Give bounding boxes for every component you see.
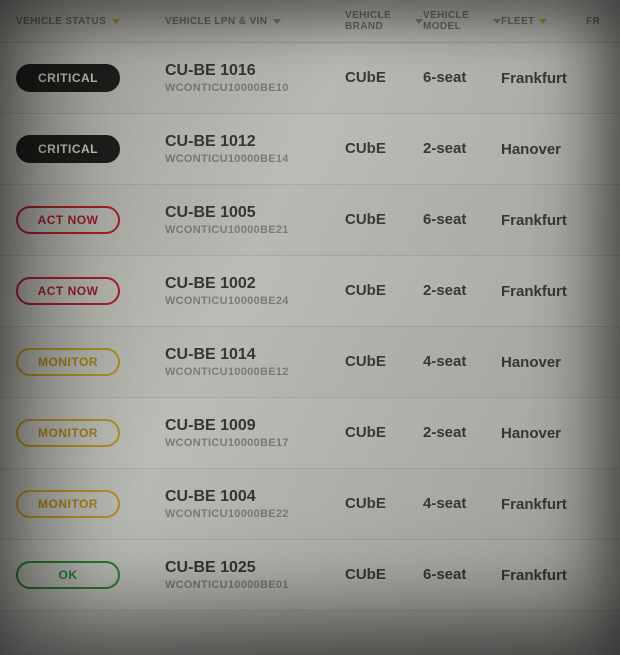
status-badge[interactable]: MONITOR (16, 419, 120, 447)
status-badge[interactable]: ACT NOW (16, 206, 120, 234)
lpn-value: CU-BE 1016 (165, 62, 289, 80)
cell-status: ACT NOW (0, 277, 165, 305)
cell-model: 6-seat (423, 567, 501, 584)
cell-fleet: Hanover (501, 425, 586, 442)
header-brand[interactable]: VEHICLE BRAND (345, 10, 423, 32)
vin-value: WCONTICU10000BE24 (165, 295, 289, 307)
caret-down-icon (493, 19, 501, 24)
status-badge[interactable]: CRITICAL (16, 64, 120, 92)
vin-value: WCONTICU10000BE01 (165, 579, 289, 591)
cell-lpn-vin: CU-BE 1002 WCONTICU10000BE24 (165, 275, 345, 307)
cell-model: 2-seat (423, 283, 501, 300)
header-fleet-label: FLEET (501, 16, 535, 27)
table-header: VEHICLE STATUS VEHICLE LPN & VIN VEHICLE… (0, 0, 620, 43)
header-status-label: VEHICLE STATUS (16, 16, 106, 27)
cell-brand: CUbE (345, 212, 423, 229)
lpn-value: CU-BE 1025 (165, 559, 289, 577)
cell-lpn-vin: CU-BE 1012 WCONTICU10000BE14 (165, 133, 345, 165)
cell-brand: CUbE (345, 354, 423, 371)
cell-status: MONITOR (0, 419, 165, 447)
table-row[interactable]: MONITOR CU-BE 1009 WCONTICU10000BE17 CUbE2-… (0, 398, 620, 469)
status-badge[interactable]: ACT NOW (16, 277, 120, 305)
lpn-value: CU-BE 1012 (165, 133, 289, 151)
table-row[interactable]: MONITOR CU-BE 1014 WCONTICU10000BE12 CUbE4-… (0, 327, 620, 398)
cell-lpn-vin: CU-BE 1009 WCONTICU10000BE17 (165, 417, 345, 449)
cell-status: MONITOR (0, 348, 165, 376)
vin-value: WCONTICU10000BE22 (165, 508, 289, 520)
status-badge[interactable]: MONITOR (16, 490, 120, 518)
cell-lpn-vin: CU-BE 1016 WCONTICU10000BE10 (165, 62, 345, 94)
cell-fleet: Hanover (501, 354, 586, 371)
cell-brand: CUbE (345, 70, 423, 87)
cell-brand: CUbE (345, 567, 423, 584)
cell-fleet: Frankfurt (501, 283, 586, 300)
header-lpn-label: VEHICLE LPN & VIN (165, 16, 267, 27)
status-badge[interactable]: MONITOR (16, 348, 120, 376)
vehicle-table: VEHICLE STATUS VEHICLE LPN & VIN VEHICLE… (0, 0, 620, 611)
vin-value: WCONTICU10000BE10 (165, 82, 289, 94)
cell-lpn-vin: CU-BE 1005 WCONTICU10000BE21 (165, 204, 345, 236)
lpn-value: CU-BE 1005 (165, 204, 289, 222)
header-extra[interactable]: FR (586, 16, 616, 27)
header-model[interactable]: VEHICLE MODEL (423, 10, 501, 32)
cell-fleet: Frankfurt (501, 212, 586, 229)
lpn-value: CU-BE 1002 (165, 275, 289, 293)
cell-model: 6-seat (423, 70, 501, 87)
vin-value: WCONTICU10000BE21 (165, 224, 289, 236)
lpn-value: CU-BE 1009 (165, 417, 289, 435)
cell-brand: CUbE (345, 425, 423, 442)
vin-value: WCONTICU10000BE12 (165, 366, 289, 378)
cell-fleet: Frankfurt (501, 70, 586, 87)
cell-model: 2-seat (423, 425, 501, 442)
table-row[interactable]: ACT NOW CU-BE 1005 WCONTICU10000BE21 CUbE6-… (0, 185, 620, 256)
table-row[interactable]: CRITICAL CU-BE 1016 WCONTICU10000BE10 CUbE6… (0, 43, 620, 114)
cell-lpn-vin: CU-BE 1025 WCONTICU10000BE01 (165, 559, 345, 591)
header-status[interactable]: VEHICLE STATUS (0, 16, 165, 27)
cell-lpn-vin: CU-BE 1014 WCONTICU10000BE12 (165, 346, 345, 378)
cell-status: CRITICAL (0, 135, 165, 163)
cell-brand: CUbE (345, 141, 423, 158)
table-row[interactable]: ACT NOW CU-BE 1002 WCONTICU10000BE24 CUbE2-… (0, 256, 620, 327)
caret-down-icon (415, 19, 423, 24)
cell-model: 2-seat (423, 141, 501, 158)
cell-model: 4-seat (423, 496, 501, 513)
cell-fleet: Frankfurt (501, 496, 586, 513)
table-row[interactable]: MONITOR CU-BE 1004 WCONTICU10000BE22 CUbE4-… (0, 469, 620, 540)
header-brand-label: VEHICLE BRAND (345, 10, 411, 32)
lpn-value: CU-BE 1014 (165, 346, 289, 364)
caret-down-icon (273, 19, 281, 24)
table-row[interactable]: OK CU-BE 1025 WCONTICU10000BE01 CUbE6-seatF… (0, 540, 620, 611)
status-badge[interactable]: OK (16, 561, 120, 589)
status-badge[interactable]: CRITICAL (16, 135, 120, 163)
header-model-label: VEHICLE MODEL (423, 10, 489, 32)
cell-brand: CUbE (345, 496, 423, 513)
lpn-value: CU-BE 1004 (165, 488, 289, 506)
caret-down-icon (539, 19, 547, 24)
cell-fleet: Hanover (501, 141, 586, 158)
header-lpn[interactable]: VEHICLE LPN & VIN (165, 16, 345, 27)
cell-lpn-vin: CU-BE 1004 WCONTICU10000BE22 (165, 488, 345, 520)
cell-status: OK (0, 561, 165, 589)
header-fleet[interactable]: FLEET (501, 16, 586, 27)
cell-model: 6-seat (423, 212, 501, 229)
table-row[interactable]: CRITICAL CU-BE 1012 WCONTICU10000BE14 CUbE2… (0, 114, 620, 185)
caret-down-icon (112, 19, 120, 24)
cell-fleet: Frankfurt (501, 567, 586, 584)
cell-status: CRITICAL (0, 64, 165, 92)
cell-status: MONITOR (0, 490, 165, 518)
vin-value: WCONTICU10000BE14 (165, 153, 289, 165)
header-extra-label: FR (586, 16, 600, 27)
cell-status: ACT NOW (0, 206, 165, 234)
table-body: CRITICALCU-BE 1016WCONTICU10000BE10CUbE6… (0, 43, 620, 611)
vin-value: WCONTICU10000BE17 (165, 437, 289, 449)
cell-model: 4-seat (423, 354, 501, 371)
cell-brand: CUbE (345, 283, 423, 300)
